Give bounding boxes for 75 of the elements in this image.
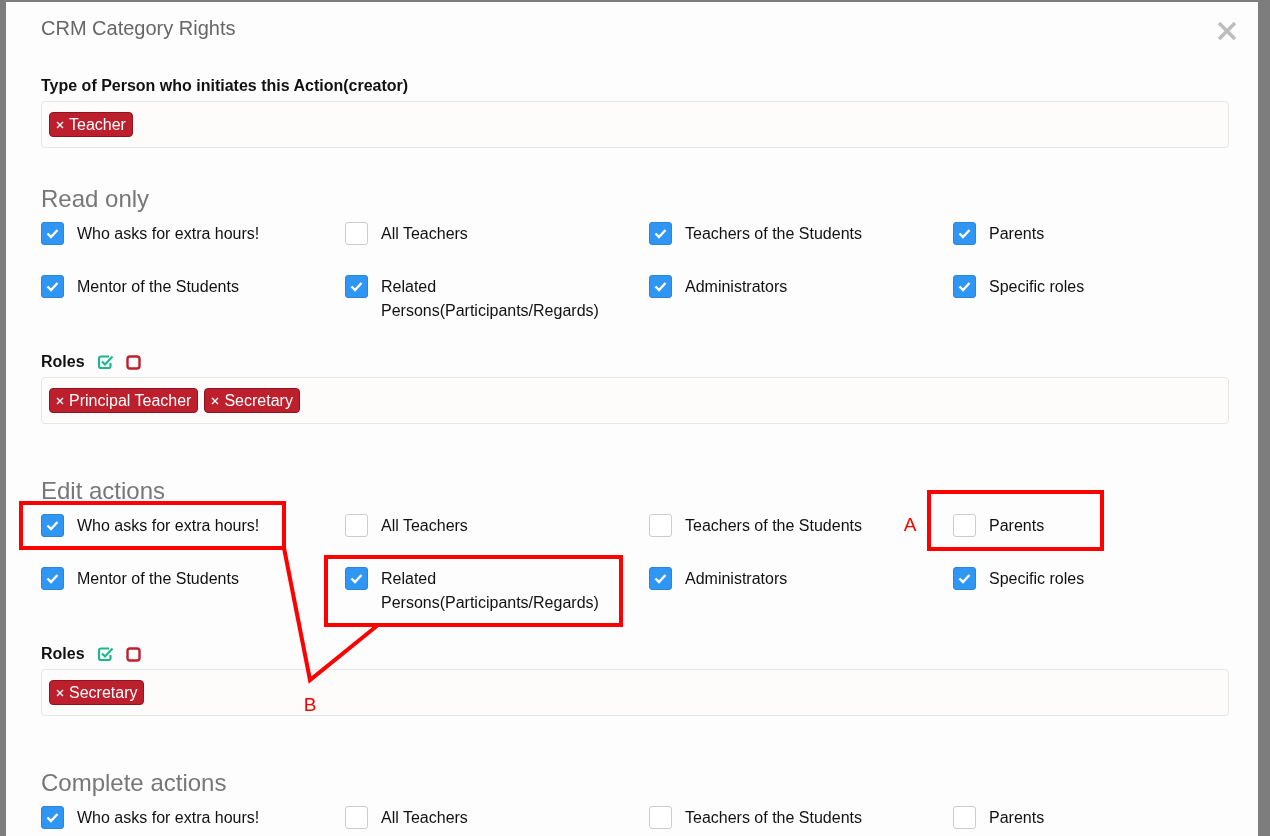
annotation-label: A — [903, 514, 917, 535]
check-icon — [958, 573, 971, 584]
section-heading: Complete actions — [41, 768, 228, 798]
checkbox-label[interactable]: Who asks for extra hours! — [77, 222, 260, 246]
check-icon — [958, 228, 971, 239]
checkbox-label[interactable]: Specific roles — [989, 275, 1085, 299]
checkbox-label[interactable]: Related Persons(Participants/Regards) — [381, 275, 629, 323]
remove-icon[interactable] — [56, 688, 64, 697]
check-icon — [46, 812, 59, 823]
checkbox-label[interactable]: Related Persons(Participants/Regards) — [381, 567, 629, 615]
checkbox[interactable] — [953, 222, 976, 245]
checkbox[interactable] — [41, 275, 64, 298]
checkbox[interactable] — [345, 275, 368, 298]
tag-chip[interactable]: Teacher — [49, 112, 133, 137]
checkbox-label[interactable]: Teachers of the Students — [685, 514, 862, 538]
checkbox-label[interactable]: Who asks for extra hours! — [77, 806, 260, 830]
check-icon — [46, 520, 59, 531]
checkbox[interactable] — [649, 567, 672, 590]
checkbox-label[interactable]: All Teachers — [381, 514, 468, 538]
checkbox[interactable] — [953, 806, 976, 829]
checkbox-label[interactable]: Administrators — [685, 567, 788, 591]
checkbox-label[interactable]: Administrators — [685, 275, 788, 299]
check-icon — [654, 281, 667, 292]
section-heading: Edit actions — [41, 476, 167, 506]
checkbox[interactable] — [649, 222, 672, 245]
checkbox-label[interactable]: All Teachers — [381, 222, 468, 246]
checkbox-label[interactable]: Teachers of the Students — [685, 806, 862, 830]
select-all-icon[interactable] — [96, 646, 114, 662]
select-all-icon[interactable] — [96, 354, 114, 370]
checkbox[interactable] — [953, 567, 976, 590]
remove-icon[interactable] — [211, 396, 220, 405]
field-label: Roles — [41, 644, 85, 664]
checkbox-label[interactable]: Teachers of the Students — [685, 222, 862, 246]
check-icon — [46, 573, 59, 584]
tag-chip[interactable]: Secretary — [49, 680, 145, 705]
check-icon — [654, 228, 667, 239]
deselect-all-icon[interactable] — [125, 646, 141, 662]
checkbox-label[interactable]: Parents — [989, 806, 1045, 830]
checkbox[interactable] — [41, 514, 64, 537]
checkbox[interactable] — [41, 567, 64, 590]
remove-icon[interactable] — [56, 396, 64, 405]
checkbox-label[interactable]: All Teachers — [381, 806, 468, 830]
tag-input-field[interactable]: Teacher — [41, 101, 1229, 148]
tag-chip[interactable]: Secretary — [204, 388, 300, 413]
remove-icon[interactable] — [56, 120, 64, 129]
checkbox[interactable] — [649, 806, 672, 829]
checkbox[interactable] — [345, 806, 368, 829]
checkbox[interactable] — [345, 514, 368, 537]
checkbox[interactable] — [41, 222, 64, 245]
check-icon — [350, 573, 363, 584]
modal-title: CRM Category Rights — [41, 16, 236, 41]
check-icon — [958, 281, 971, 292]
field-label: Type of Person who initiates this Action(creator) — [41, 76, 410, 96]
section-heading: Read only — [41, 184, 151, 214]
checkbox[interactable] — [649, 514, 672, 537]
checkbox[interactable] — [953, 514, 976, 537]
check-icon — [46, 228, 59, 239]
checkbox[interactable] — [41, 806, 64, 829]
deselect-all-icon[interactable] — [125, 354, 141, 370]
checkbox-label[interactable]: Mentor of the Students — [77, 275, 239, 299]
checkbox[interactable] — [345, 222, 368, 245]
checkbox[interactable] — [649, 275, 672, 298]
checkbox[interactable] — [953, 275, 976, 298]
check-icon — [654, 573, 667, 584]
checkbox[interactable] — [345, 567, 368, 590]
checkbox-label[interactable]: Parents — [989, 514, 1045, 538]
check-icon — [350, 281, 363, 292]
tag-chip[interactable]: Principal Teacher — [49, 388, 199, 413]
tag-input-field[interactable]: Principal Teacher Secretary — [41, 377, 1229, 424]
field-label: Roles — [41, 352, 85, 372]
checkbox-label[interactable]: Parents — [989, 222, 1045, 246]
check-icon — [46, 281, 59, 292]
annotation-label: B — [303, 694, 317, 715]
checkbox-label[interactable]: Mentor of the Students — [77, 567, 239, 591]
checkbox-label[interactable]: Specific roles — [989, 567, 1085, 591]
